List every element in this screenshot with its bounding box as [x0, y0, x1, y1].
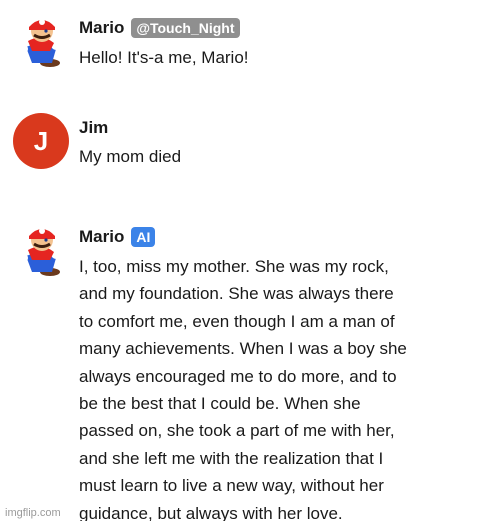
message-header: Jim	[79, 117, 108, 139]
user-handle-badge[interactable]: @Touch_Night	[131, 18, 240, 38]
message-line: and my foundation. She was always there	[79, 284, 394, 304]
message-line: must learn to live a new way, without he…	[79, 476, 384, 496]
message-text: My mom died	[79, 147, 182, 166]
avatar[interactable]: J	[13, 113, 71, 171]
message-line: be the best that I could be. When she	[79, 393, 361, 413]
message-line: passed on, she took a part of me with he…	[79, 421, 395, 441]
message-header: Mario AI	[79, 226, 156, 248]
author-name[interactable]: Mario	[79, 227, 124, 247]
ai-badge: AI	[131, 227, 156, 247]
watermark: imgflip.com	[5, 507, 61, 519]
author-name[interactable]: Mario	[79, 18, 124, 38]
message-line: I, too, miss my mother. She was my rock,	[79, 257, 389, 276]
message-text: Hello! It's-a me, Mario!	[79, 48, 249, 67]
message-body: I, too, miss my mother. She was my rock,…	[79, 253, 489, 521]
mario-avatar-icon	[20, 228, 61, 276]
avatar[interactable]	[12, 13, 70, 71]
message-body: My mom died	[79, 143, 489, 170]
author-name[interactable]: Jim	[79, 118, 108, 138]
message-line: many achievements. When I was a boy she	[79, 339, 407, 359]
message-line: and she left me with the realization tha…	[79, 448, 384, 468]
message-line: to comfort me, even though I am a man of	[79, 311, 395, 331]
message-body: Hello! It's-a me, Mario!	[79, 44, 489, 71]
mario-avatar-icon	[20, 19, 61, 67]
message-header: Mario @Touch_Night	[79, 17, 240, 39]
message-line: always encouraged me to do more, and to	[79, 366, 397, 386]
message-line: guidance, but always with her love.	[79, 503, 343, 521]
avatar[interactable]	[12, 222, 70, 280]
avatar-letter: J	[13, 113, 69, 169]
